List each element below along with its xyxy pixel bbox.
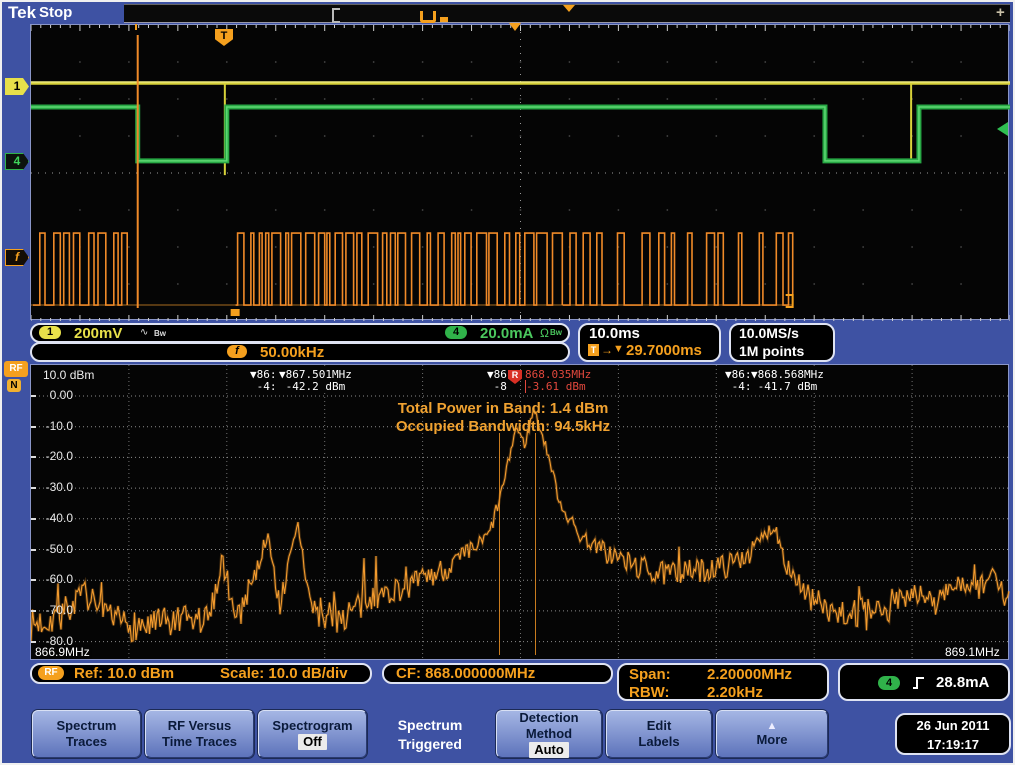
ch1-bandwidth-icon: Bw — [154, 329, 166, 338]
trigger-position-value: 29.7000ms — [626, 342, 702, 359]
y-axis-tick-label: -70.0 — [33, 603, 73, 617]
trigger-level-arrow-icon[interactable] — [997, 122, 1008, 136]
rf-channel-badge[interactable]: RF — [4, 361, 28, 377]
band-edge-line-left — [499, 433, 500, 655]
ch4-bandwidth-icon: Bw — [550, 328, 562, 337]
y-axis-tick-label: -60.0 — [33, 572, 73, 586]
spectrum-marker-868-568: ▼868.568MHz -41.7 dBm — [751, 369, 827, 393]
trigger-position-icon[interactable] — [563, 5, 575, 12]
rf-vertical-readout-pill: RF Ref: 10.0 dBm Scale: 10.0 dB/div — [30, 663, 372, 684]
tek-logo: Tek — [8, 3, 36, 23]
wave-inspector-bar[interactable]: + — [124, 4, 1010, 23]
trigger-level-value: 28.8mA — [936, 674, 989, 691]
y-axis-tick-label: -20.0 — [33, 449, 73, 463]
spectrum-reference-marker-868-035: 868.035MHz-3.61 dBm — [525, 369, 594, 393]
trigger-arrow-icon: → — [601, 343, 613, 357]
rf-frequency-scale-value: 50.00kHz — [260, 344, 324, 361]
zoom-bracket-icon[interactable] — [332, 8, 340, 23]
ref-level-label: 10.0 dBm — [43, 368, 94, 382]
span-rbw-pill: Span: 2.20000MHz RBW: 2.20kHz — [617, 663, 829, 701]
expansion-point-icon[interactable] — [509, 23, 521, 31]
ch4-ohm-icon: Ω — [540, 326, 549, 340]
ch4-scale-value: 20.0mA — [480, 325, 533, 342]
y-axis-tick-label: -30.0 — [33, 480, 73, 494]
trigger-tri-icon: ▼ — [613, 343, 624, 355]
menu-button-detection-method[interactable]: DetectionMethodAuto — [496, 710, 602, 758]
rbw-label: RBW: — [629, 684, 670, 701]
time-domain-traces — [31, 25, 1010, 321]
ch4-scale-badge: 4 — [445, 326, 467, 339]
ch1-scale-badge: 1 — [39, 326, 61, 339]
y-axis-tick-label: -40.0 — [33, 511, 73, 525]
record-length-value: 1M points — [739, 343, 804, 359]
channel-readout-pill: 1 200mV ∿ Bw 4 20.0mA Ω Bw — [30, 323, 570, 343]
y-axis-tick-label: -50.0 — [33, 542, 73, 556]
y-axis-tick-label: 0.00 — [33, 388, 73, 402]
menu-button-spectrogram[interactable]: SpectrogramOff — [258, 710, 367, 758]
ch1-scale-value: 200mV — [74, 325, 122, 342]
menu-button-spectrum-traces[interactable]: SpectrumTraces — [32, 710, 141, 758]
spectrum-marker-clipped-a: ▼86: -4: — [250, 369, 277, 393]
rf-badge: RF — [38, 666, 64, 680]
menu-selected-value: Auto — [529, 742, 569, 758]
rising-edge-icon — [912, 675, 926, 691]
start-frequency-label: 866.9MHz — [33, 645, 92, 659]
chevron-up-icon: ▲ — [717, 720, 827, 732]
trigger-t-icon: T — [588, 344, 599, 356]
menu-button-rf-versus-time-traces[interactable]: RF VersusTime Traces — [145, 710, 254, 758]
rf-frequency-readout-pill: f 50.00kHz — [30, 342, 570, 362]
time-value: 17:19:17 — [927, 737, 979, 752]
spectrum-marker-867-501: ▼867.501MHz -42.2 dBm — [279, 369, 355, 393]
rf-normal-trace-badge: N — [7, 379, 21, 392]
rf-frequency-trace-badge[interactable]: f — [5, 249, 29, 266]
record-tick-icon — [135, 24, 137, 30]
menu-selected-value: Off — [298, 734, 327, 750]
acquisition-readout-pill: 10.0MS/s 1M points — [729, 323, 835, 362]
span-value: 2.20000MHz — [707, 666, 792, 683]
y-axis-tick-label: -10.0 — [33, 419, 73, 433]
time-domain-graticule — [30, 24, 1009, 320]
rbw-value: 2.20kHz — [707, 684, 763, 701]
sample-rate-value: 10.0MS/s — [739, 325, 799, 341]
menu-button-more[interactable]: ▲More — [716, 710, 828, 758]
menu-status-spectrum-triggered: SpectrumTriggered — [370, 714, 490, 756]
menu-button-edit-labels[interactable]: EditLabels — [606, 710, 712, 758]
stop-frequency-label: 869.1MHz — [943, 645, 1002, 659]
acquisition-status: Stop — [39, 4, 72, 21]
channel4-badge[interactable]: 4 — [5, 153, 29, 170]
horizontal-readout-pill: 10.0ms T → ▼ 29.7000ms — [578, 323, 721, 362]
record-marker-icon[interactable] — [420, 11, 436, 23]
ref-level-value: Ref: 10.0 dBm — [74, 665, 174, 682]
date-value: 26 Jun 2011 — [917, 718, 990, 733]
datetime-pill: 26 Jun 2011 17:19:17 — [895, 713, 1011, 755]
f-badge: f — [227, 345, 247, 358]
band-measurement-annotation: Total Power in Band: 1.4 dBmOccupied Ban… — [293, 400, 713, 436]
record-mark-icon — [440, 17, 448, 22]
center-frequency-value: CF: 868.000000MHz — [396, 665, 535, 682]
spectrum-graticule: 10.0 dBm 0.00 -10.0 -20.0 -30.0 -40.0 -50.0 -6… — [30, 364, 1009, 660]
pan-handle-icon[interactable]: + — [996, 4, 1005, 21]
scale-value: Scale: 10.0 dB/div — [220, 665, 348, 682]
spectrum-marker-clipped-b: ▼86 -8 — [487, 369, 507, 393]
center-frequency-pill: CF: 868.000000MHz — [382, 663, 613, 684]
trigger-readout-pill: 4 28.8mA — [838, 663, 1010, 701]
oscilloscope-screen: Tek Stop + T 1 4 f 1 200mV ∿ Bw 4 20.0mA… — [0, 0, 1015, 765]
trigger-source-badge: 4 — [878, 676, 900, 690]
horizontal-scale-value: 10.0ms — [589, 325, 640, 342]
band-edge-line-right — [535, 433, 536, 655]
ch1-coupling-icon: ∿ — [140, 327, 148, 338]
channel1-badge[interactable]: 1 — [5, 78, 29, 95]
span-label: Span: — [629, 666, 671, 683]
spectrum-marker-clipped-c: ▼86: -4: — [725, 369, 752, 393]
